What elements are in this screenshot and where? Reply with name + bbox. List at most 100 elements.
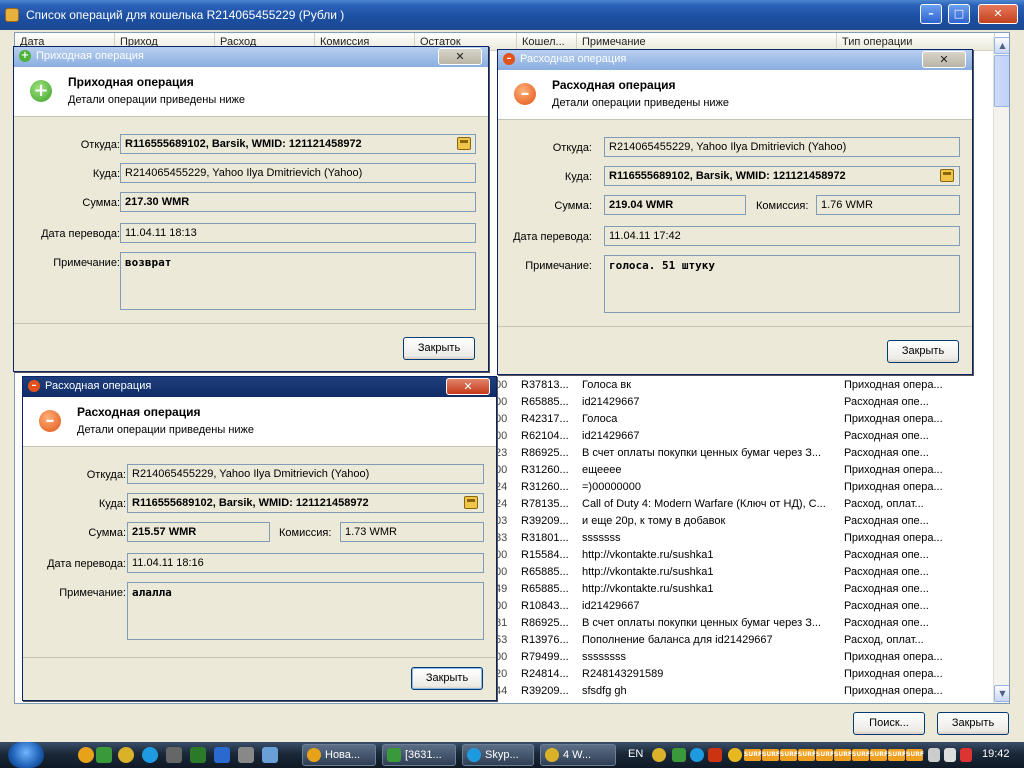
cell-type: Расходная опе... bbox=[844, 430, 929, 442]
tray-skype-icon[interactable] bbox=[690, 748, 704, 762]
app-icon[interactable] bbox=[96, 747, 112, 763]
network-icon[interactable] bbox=[944, 748, 956, 762]
expense-top-close-button[interactable]: Закрыть bbox=[887, 340, 959, 363]
fee-field[interactable]: 1.76 WMR bbox=[816, 195, 960, 215]
copy-wallet-icon[interactable] bbox=[940, 169, 954, 182]
app2-icon[interactable] bbox=[190, 747, 206, 763]
app4-icon[interactable] bbox=[238, 747, 254, 763]
note-field[interactable]: голоса. 51 штуку bbox=[604, 255, 960, 313]
search-button[interactable]: Поиск... bbox=[853, 712, 925, 735]
cell-balance-tail: 00 bbox=[495, 379, 508, 391]
from-field[interactable]: R214065455229, Yahoo Ilya Dmitrievich (Y… bbox=[127, 464, 484, 484]
fee-field[interactable]: 1.73 WMR bbox=[340, 522, 484, 542]
cell-wallet: R62104... bbox=[521, 430, 569, 442]
cell-type: Приходная опера... bbox=[844, 481, 943, 493]
sum-field[interactable]: 215.57 WMR bbox=[127, 522, 270, 542]
tray-app-icon[interactable] bbox=[960, 748, 972, 762]
app5-icon[interactable] bbox=[262, 747, 278, 763]
scroll-up-arrow-icon[interactable]: ▲ bbox=[994, 37, 1009, 54]
note-field[interactable]: алалла bbox=[127, 582, 484, 640]
task-button-chrome[interactable]: Нова... bbox=[302, 744, 376, 766]
app3-icon[interactable] bbox=[214, 747, 230, 763]
task-button-editor[interactable]: [3631... bbox=[382, 744, 456, 766]
income-dialog-header: + Приходная операция Детали операции при… bbox=[14, 67, 488, 117]
to-label: Куда: bbox=[564, 171, 592, 183]
surf-icon[interactable]: SURF bbox=[744, 749, 762, 761]
close-icon[interactable]: ✕ bbox=[922, 51, 966, 68]
volume-icon[interactable] bbox=[928, 748, 940, 762]
cell-note: ещееее bbox=[582, 464, 622, 476]
tray-warning-icon[interactable] bbox=[728, 748, 742, 762]
surf-icon[interactable]: SURF bbox=[762, 749, 780, 761]
tray-adobe-icon[interactable] bbox=[708, 748, 722, 762]
cell-balance-tail: 81 bbox=[495, 617, 508, 629]
cell-balance-tail: 00 bbox=[495, 651, 508, 663]
date-field[interactable]: 11.04.11 18:13 bbox=[120, 223, 476, 243]
income-dialog-titlebar[interactable]: + Приходная операция ✕ bbox=[14, 47, 488, 67]
divider bbox=[14, 323, 488, 324]
date-field[interactable]: 11.04.11 17:42 bbox=[604, 226, 960, 246]
copy-wallet-icon[interactable] bbox=[457, 137, 471, 150]
date-field[interactable]: 11.04.11 18:16 bbox=[127, 553, 484, 573]
skype-icon[interactable] bbox=[142, 747, 158, 763]
tray-webmoney-icon[interactable] bbox=[652, 748, 666, 762]
surf-icon[interactable]: SURF bbox=[834, 749, 852, 761]
surf-icon[interactable]: SURF bbox=[906, 749, 924, 761]
cell-type: Приходная опера... bbox=[844, 532, 943, 544]
sum-field[interactable]: 217.30 WMR bbox=[120, 192, 476, 212]
expense-dialog-top-titlebar[interactable]: – Расходная операция ✕ bbox=[498, 50, 972, 70]
maximize-button[interactable]: □ bbox=[948, 4, 970, 24]
close-icon[interactable]: ✕ bbox=[446, 378, 490, 395]
cell-note: Call of Duty 4: Modern Warfare (Ключ от … bbox=[582, 498, 826, 510]
clock[interactable]: 19:42 bbox=[982, 748, 1010, 760]
webmoney-icon[interactable] bbox=[118, 747, 134, 763]
expense-dialog-bottom: – Расходная операция ✕ – Расходная опера… bbox=[22, 376, 497, 701]
surf-icon[interactable]: SURF bbox=[870, 749, 888, 761]
chrome-icon[interactable] bbox=[78, 747, 94, 763]
start-button[interactable] bbox=[8, 742, 44, 768]
sum-label: Сумма: bbox=[88, 527, 126, 539]
to-field[interactable]: R116555689102, Barsik, WMID: 12112145897… bbox=[604, 166, 960, 186]
expense-bottom-close-button[interactable]: Закрыть bbox=[411, 667, 483, 690]
language-indicator[interactable]: EN bbox=[628, 748, 643, 760]
task-button-webmoney[interactable]: 4 W... bbox=[540, 744, 616, 766]
surf-icon[interactable]: SURF bbox=[798, 749, 816, 761]
minimize-button[interactable]: – bbox=[920, 4, 942, 24]
expense-dialog-bottom-titlebar[interactable]: – Расходная операция ✕ bbox=[23, 377, 496, 397]
cell-wallet: R39209... bbox=[521, 685, 569, 697]
to-field[interactable]: R116555689102, Barsik, WMID: 12112145897… bbox=[127, 493, 484, 513]
surf-icon[interactable]: SURF bbox=[816, 749, 834, 761]
scroll-thumb[interactable] bbox=[994, 55, 1009, 107]
cell-note: http://vkontakte.ru/sushka1 bbox=[582, 549, 714, 561]
surf-icon[interactable]: SURF bbox=[888, 749, 906, 761]
sum-field[interactable]: 219.04 WMR bbox=[604, 195, 746, 215]
income-dialog: + Приходная операция ✕ + Приходная опера… bbox=[13, 46, 489, 372]
surf-icon[interactable]: SURF bbox=[852, 749, 870, 761]
cell-balance-tail: 33 bbox=[495, 532, 508, 544]
from-field[interactable]: R214065455229, Yahoo Ilya Dmitrievich (Y… bbox=[604, 137, 960, 157]
game-icon[interactable] bbox=[166, 747, 182, 763]
cell-note: sfsdfg gh bbox=[582, 685, 627, 697]
window-title: Список операций для кошелька R2140654552… bbox=[26, 8, 345, 22]
task-button-skype[interactable]: Skyp... bbox=[462, 744, 534, 766]
cell-balance-tail: 00 bbox=[495, 396, 508, 408]
scroll-down-arrow-icon[interactable]: ▼ bbox=[994, 685, 1009, 702]
cell-balance-tail: 00 bbox=[495, 464, 508, 476]
income-close-button[interactable]: Закрыть bbox=[403, 337, 475, 360]
income-subheading: Детали операции приведены ниже bbox=[68, 94, 246, 106]
cell-type: Расходная опе... bbox=[844, 617, 929, 629]
main-titlebar[interactable]: Список операций для кошелька R2140654552… bbox=[0, 0, 1024, 30]
cell-type: Расходная опе... bbox=[844, 600, 929, 612]
to-field[interactable]: R214065455229, Yahoo Ilya Dmitrievich (Y… bbox=[120, 163, 476, 183]
tray-icon[interactable] bbox=[672, 748, 686, 762]
close-icon[interactable]: ✕ bbox=[438, 48, 482, 65]
close-window-button[interactable]: ✕ bbox=[978, 4, 1018, 24]
copy-wallet-icon[interactable] bbox=[464, 496, 478, 509]
surf-icon[interactable]: SURF bbox=[780, 749, 798, 761]
main-close-button[interactable]: Закрыть bbox=[937, 712, 1009, 735]
note-field[interactable]: возврат bbox=[120, 252, 476, 310]
fee-label: Комиссия: bbox=[279, 527, 332, 539]
vertical-scrollbar[interactable]: ▲ ▼ bbox=[993, 37, 1009, 703]
cell-type: Расходная опе... bbox=[844, 447, 929, 459]
from-field[interactable]: R116555689102, Barsik, WMID: 12112145897… bbox=[120, 134, 476, 154]
